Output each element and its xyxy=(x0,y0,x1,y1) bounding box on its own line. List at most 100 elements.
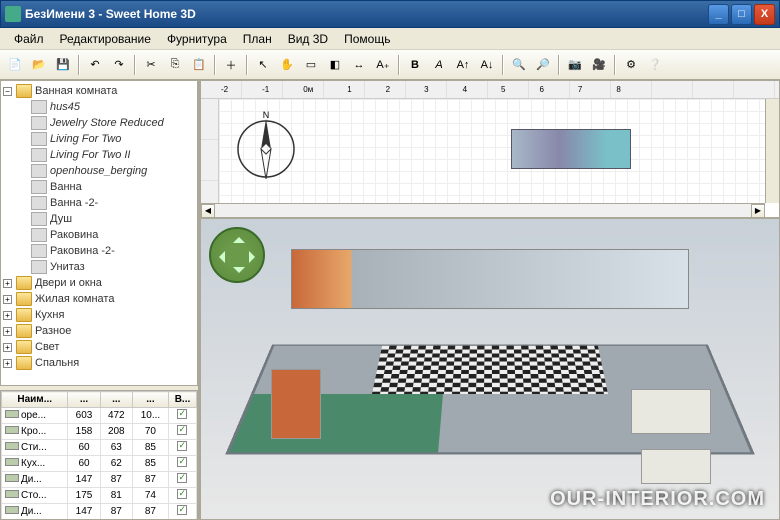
close-button[interactable]: X xyxy=(754,4,775,25)
column-header[interactable]: В... xyxy=(168,392,196,408)
tree-item[interactable]: Раковина xyxy=(31,227,195,243)
italic-icon[interactable]: A xyxy=(428,54,450,76)
column-header[interactable]: ... xyxy=(68,392,100,408)
tree-item[interactable]: Раковина -2- xyxy=(31,243,195,259)
expand-toggle[interactable]: + xyxy=(3,343,12,352)
copy-icon[interactable]: ⎘ xyxy=(164,54,186,76)
zoom-out-icon[interactable]: 🔎 xyxy=(532,54,554,76)
table-row[interactable]: Ди...1478787 xyxy=(2,472,197,488)
cell-visible[interactable] xyxy=(168,456,196,472)
settings-icon[interactable]: ⚙ xyxy=(620,54,642,76)
font-minus-icon[interactable]: A↓ xyxy=(476,54,498,76)
vertical-scrollbar[interactable] xyxy=(765,99,779,203)
cell-visible[interactable] xyxy=(168,488,196,504)
room-icon[interactable]: ◧ xyxy=(324,54,346,76)
tree-item[interactable]: Ванна xyxy=(31,179,195,195)
expand-toggle[interactable]: + xyxy=(3,311,12,320)
scroll-track[interactable] xyxy=(215,204,751,217)
tree-category[interactable]: +Жилая комната xyxy=(3,291,195,307)
column-header[interactable]: Наим... xyxy=(2,392,68,408)
cell-visible[interactable] xyxy=(168,440,196,456)
tree-item[interactable]: Унитаз xyxy=(31,259,195,275)
camera-icon[interactable]: 📷 xyxy=(564,54,586,76)
furniture-catalog-tree[interactable]: − Ванная комната hus45Jewelry Store Redu… xyxy=(0,80,198,386)
tree-category[interactable]: +Кухня xyxy=(3,307,195,323)
tree-item[interactable]: Living For Two xyxy=(31,131,195,147)
view-3d[interactable]: OUR-INTERIOR.COM xyxy=(200,218,780,520)
dimension-icon[interactable]: ↔ xyxy=(348,54,370,76)
checkbox-icon[interactable] xyxy=(177,441,187,451)
column-header[interactable]: ... xyxy=(132,392,168,408)
tree-category[interactable]: +Разное xyxy=(3,323,195,339)
menu-file[interactable]: Файл xyxy=(6,30,52,48)
expand-toggle[interactable]: + xyxy=(3,295,12,304)
new-icon[interactable]: 📄 xyxy=(4,54,26,76)
checkbox-icon[interactable] xyxy=(177,489,187,499)
table-row[interactable]: Ди...1478787 xyxy=(2,504,197,520)
tree-root-bathroom[interactable]: − Ванная комната xyxy=(3,83,195,99)
add-furniture-icon[interactable]: ＋ xyxy=(220,54,242,76)
nav-down-icon[interactable] xyxy=(233,267,245,279)
paste-icon[interactable]: 📋 xyxy=(188,54,210,76)
expand-toggle[interactable]: − xyxy=(3,87,12,96)
menu-furniture[interactable]: Фурнитура xyxy=(159,30,235,48)
pointer-icon[interactable]: ↖ xyxy=(252,54,274,76)
menu-plan[interactable]: План xyxy=(235,30,280,48)
help-icon[interactable]: ❔ xyxy=(644,54,666,76)
floor-plan-object[interactable] xyxy=(511,129,631,169)
furniture-list[interactable]: Наим............В... ope...60347210...Кр… xyxy=(0,390,198,520)
checkbox-icon[interactable] xyxy=(177,457,187,467)
nav-left-icon[interactable] xyxy=(213,251,225,263)
tree-item[interactable]: Ванна -2- xyxy=(31,195,195,211)
text-icon[interactable]: A₊ xyxy=(372,54,394,76)
window-titlebar[interactable]: БезИмени 3 - Sweet Home 3D _ □ X xyxy=(0,0,780,28)
expand-toggle[interactable]: + xyxy=(3,327,12,336)
zoom-in-icon[interactable]: 🔍 xyxy=(508,54,530,76)
cell-visible[interactable] xyxy=(168,504,196,520)
cell-visible[interactable] xyxy=(168,408,196,424)
nav-right-icon[interactable] xyxy=(249,251,261,263)
undo-icon[interactable]: ↶ xyxy=(84,54,106,76)
horizontal-scrollbar[interactable]: ◀ ▶ xyxy=(201,203,765,217)
cell-visible[interactable] xyxy=(168,472,196,488)
save-icon[interactable]: 💾 xyxy=(52,54,74,76)
tree-category[interactable]: +Свет xyxy=(3,339,195,355)
checkbox-icon[interactable] xyxy=(177,409,187,419)
minimize-button[interactable]: _ xyxy=(708,4,729,25)
checkbox-icon[interactable] xyxy=(177,425,187,435)
table-row[interactable]: Кро...15820870 xyxy=(2,424,197,440)
cell-visible[interactable] xyxy=(168,424,196,440)
maximize-button[interactable]: □ xyxy=(731,4,752,25)
checkbox-icon[interactable] xyxy=(177,505,187,515)
column-header[interactable]: ... xyxy=(100,392,132,408)
wall-icon[interactable]: ▭ xyxy=(300,54,322,76)
3d-navigation-pad[interactable] xyxy=(209,227,265,283)
font-plus-icon[interactable]: A↑ xyxy=(452,54,474,76)
scroll-left-button[interactable]: ◀ xyxy=(201,204,215,218)
expand-toggle[interactable]: + xyxy=(3,359,12,368)
plan-2d-view[interactable]: -2-10м12345678 N ◀ ▶ xyxy=(200,80,780,218)
tree-item[interactable]: Jewelry Store Reduced xyxy=(31,115,195,131)
redo-icon[interactable]: ↷ xyxy=(108,54,130,76)
scroll-right-button[interactable]: ▶ xyxy=(751,204,765,218)
tree-item[interactable]: Душ xyxy=(31,211,195,227)
nav-up-icon[interactable] xyxy=(233,231,245,243)
virtual-visit-icon[interactable]: 🎥 xyxy=(588,54,610,76)
bold-icon[interactable]: B xyxy=(404,54,426,76)
checkbox-icon[interactable] xyxy=(177,473,187,483)
compass-icon[interactable]: N xyxy=(231,109,301,179)
folder-icon[interactable]: 📂 xyxy=(28,54,50,76)
tree-item[interactable]: hus45 xyxy=(31,99,195,115)
hand-icon[interactable]: ✋ xyxy=(276,54,298,76)
cut-icon[interactable]: ✂ xyxy=(140,54,162,76)
menu-edit[interactable]: Редактирование xyxy=(52,30,159,48)
tree-category[interactable]: +Спальня xyxy=(3,355,195,371)
table-row[interactable]: Кух...606285 xyxy=(2,456,197,472)
table-row[interactable]: ope...60347210... xyxy=(2,408,197,424)
menu-3d[interactable]: Вид 3D xyxy=(280,30,336,48)
tree-item[interactable]: Living For Two II xyxy=(31,147,195,163)
tree-category[interactable]: +Двери и окна xyxy=(3,275,195,291)
table-row[interactable]: Сти...606385 xyxy=(2,440,197,456)
plan-grid[interactable] xyxy=(219,99,779,203)
expand-toggle[interactable]: + xyxy=(3,279,12,288)
